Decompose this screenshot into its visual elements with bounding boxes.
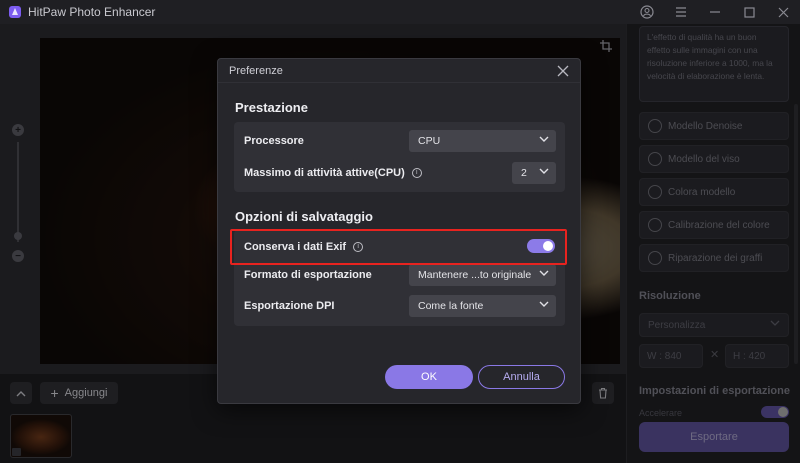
max-tasks-label: Massimo di attività attive(CPU)	[244, 167, 405, 179]
info-icon[interactable]: i	[411, 168, 422, 178]
close-icon[interactable]	[766, 0, 800, 24]
max-tasks-row: Massimo di attività attive(CPU) i	[244, 167, 422, 179]
dpi-label: Esportazione DPI	[244, 300, 335, 312]
performance-title: Prestazione	[235, 100, 308, 115]
chevron-down-icon	[539, 168, 549, 174]
export-format-select[interactable]: Mantenere ...to originale	[409, 264, 556, 286]
max-tasks-select[interactable]: 2	[512, 162, 556, 184]
dpi-select-value: Come la fonte	[418, 300, 484, 312]
dialog-title: Preferenze	[229, 64, 283, 77]
save-options-title: Opzioni di salvataggio	[235, 209, 373, 224]
dialog-header: Preferenze	[218, 59, 580, 83]
max-tasks-select-value: 2	[521, 167, 527, 179]
maximize-icon[interactable]	[732, 0, 766, 24]
chevron-down-icon	[539, 301, 549, 307]
export-format-label: Formato di esportazione	[244, 269, 372, 281]
window-controls	[630, 0, 800, 24]
close-icon[interactable]	[557, 65, 569, 77]
chevron-down-icon	[539, 270, 549, 276]
dpi-select[interactable]: Come la fonte	[409, 295, 556, 317]
account-icon[interactable]	[630, 0, 664, 24]
title-bar: HitPaw Photo Enhancer	[0, 0, 800, 24]
minimize-icon[interactable]	[698, 0, 732, 24]
performance-card: Processore CPU Massimo di attività attiv…	[234, 122, 565, 192]
processor-select-value: CPU	[418, 135, 441, 147]
export-format-select-value: Mantenere ...to originale	[418, 269, 532, 281]
preferences-dialog: Preferenze Prestazione Processore CPU Ma…	[217, 58, 581, 404]
exif-highlight-box	[230, 229, 567, 265]
cancel-button[interactable]: Annulla	[478, 365, 565, 389]
app-logo-icon	[9, 6, 21, 18]
processor-label: Processore	[244, 135, 304, 147]
ok-button[interactable]: OK	[385, 365, 473, 389]
processor-select[interactable]: CPU	[409, 130, 556, 152]
app-title: HitPaw Photo Enhancer	[28, 5, 156, 19]
app-window: HitPaw Photo Enhancer + − + Aggiungi L'e…	[0, 0, 800, 463]
chevron-down-icon	[539, 136, 549, 142]
menu-icon[interactable]	[664, 0, 698, 24]
